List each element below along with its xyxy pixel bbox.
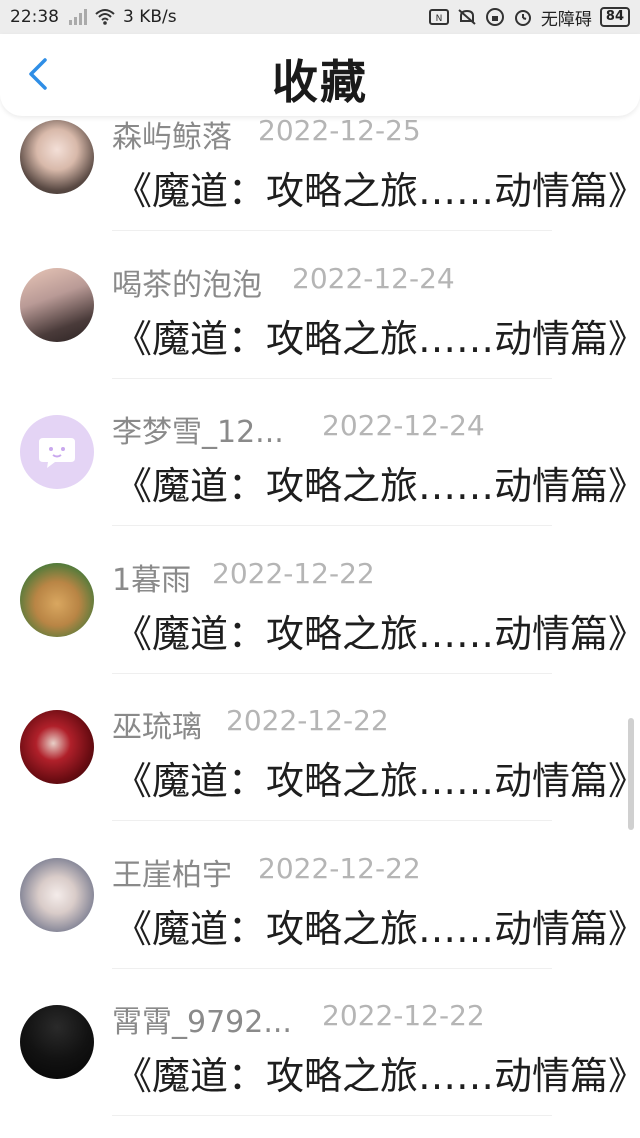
avatar[interactable]: [20, 267, 94, 342]
chat-bubble-icon: [39, 438, 75, 468]
divider: [112, 230, 552, 231]
avatar[interactable]: [20, 857, 94, 932]
post-date: 2022-12-22: [226, 704, 389, 737]
avatar[interactable]: [20, 710, 94, 784]
wifi-icon: [95, 9, 115, 25]
user-name[interactable]: 1暮雨: [112, 555, 191, 599]
divider: [112, 377, 552, 379]
divider: [112, 525, 552, 526]
avatar[interactable]: [20, 415, 94, 489]
post-date: 2022-12-24: [322, 409, 485, 442]
favorites-list: 森屿鲸落 2022-12-25 《魔道：攻略之旅……动情篇》 喝茶的泡泡 202…: [0, 108, 640, 1138]
list-item[interactable]: 霄霄_9792... 2022-12-22 《魔道：攻略之旅……动情篇》: [0, 993, 640, 1138]
nfc-icon: N: [428, 9, 449, 25]
divider: [112, 1115, 552, 1116]
accessibility-label: 无障碍: [540, 9, 592, 30]
list-item[interactable]: 巫琉璃 2022-12-22 《魔道：攻略之旅……动情篇》: [0, 698, 640, 846]
mute-icon: [458, 9, 476, 25]
divider: [112, 820, 552, 821]
divider: [112, 672, 552, 674]
post-date: 2022-12-22: [258, 851, 421, 885]
battery-icon: 84: [599, 7, 630, 27]
scrollbar[interactable]: [628, 718, 634, 830]
list-item[interactable]: 李梦雪_12... 2022-12-24 《魔道：攻略之旅……动情篇》: [0, 403, 640, 551]
post-title[interactable]: 《魔道：攻略之旅……动情篇》: [114, 160, 640, 215]
avatar[interactable]: [20, 562, 94, 637]
post-date: 2022-12-24: [292, 261, 455, 295]
svg-text:N: N: [436, 14, 443, 24]
status-bar: 22:38 3 KB/s N 无障碍 84: [0, 0, 640, 34]
post-date: 2022-12-25: [258, 114, 421, 147]
network-speed: 3 KB/s: [123, 7, 177, 27]
page-title: 收藏: [272, 55, 368, 109]
status-right: N 无障碍 84: [428, 5, 630, 30]
status-left: 22:38 3 KB/s: [10, 7, 177, 27]
user-name[interactable]: 巫琉璃: [112, 702, 202, 746]
avatar[interactable]: [20, 120, 94, 194]
list-item[interactable]: 1暮雨 2022-12-22 《魔道：攻略之旅……动情篇》: [0, 551, 640, 699]
app-header: 收藏: [0, 34, 640, 116]
post-title[interactable]: 《魔道：攻略之旅……动情篇》: [114, 898, 640, 953]
user-name[interactable]: 李梦雪_12...: [112, 407, 284, 451]
post-title[interactable]: 《魔道：攻略之旅……动情篇》: [114, 603, 640, 658]
user-name[interactable]: 霄霄_9792...: [112, 997, 292, 1041]
post-title[interactable]: 《魔道：攻略之旅……动情篇》: [114, 308, 640, 363]
signal-icon: [69, 9, 87, 25]
list-item[interactable]: 王崖柏宇 2022-12-22 《魔道：攻略之旅……动情篇》: [0, 846, 640, 994]
post-title[interactable]: 《魔道：攻略之旅……动情篇》: [114, 1045, 640, 1100]
status-time: 22:38: [10, 7, 59, 27]
list-item[interactable]: 森屿鲸落 2022-12-25 《魔道：攻略之旅……动情篇》: [0, 108, 640, 256]
post-title[interactable]: 《魔道：攻略之旅……动情篇》: [114, 750, 640, 805]
post-date: 2022-12-22: [212, 556, 375, 590]
alarm-icon: [514, 10, 531, 26]
list-item[interactable]: 喝茶的泡泡 2022-12-24 《魔道：攻略之旅……动情篇》: [0, 256, 640, 404]
user-name[interactable]: 喝茶的泡泡: [112, 260, 262, 304]
user-name[interactable]: 王崖柏宇: [112, 850, 232, 894]
post-date: 2022-12-22: [322, 999, 485, 1032]
user-name[interactable]: 森屿鲸落: [112, 112, 232, 156]
avatar[interactable]: [20, 1005, 94, 1079]
post-title[interactable]: 《魔道：攻略之旅……动情篇》: [114, 455, 640, 510]
divider: [112, 967, 552, 969]
lock-icon: [485, 8, 504, 26]
